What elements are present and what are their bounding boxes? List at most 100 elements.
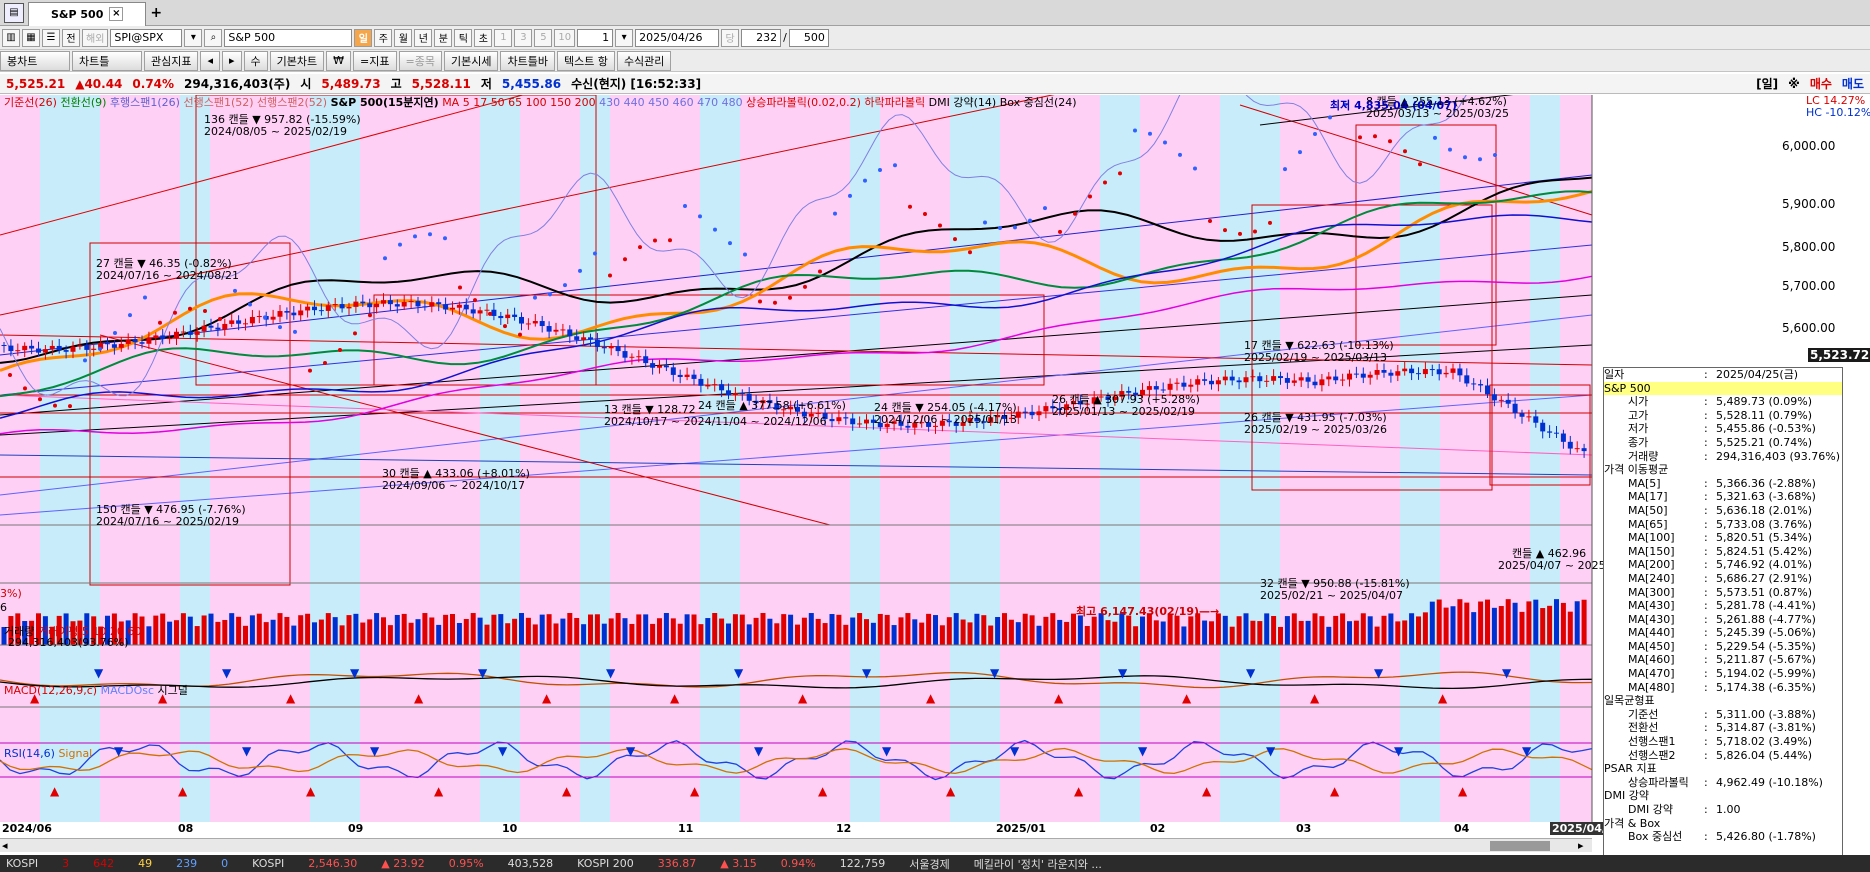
total-input[interactable]: 500 bbox=[788, 28, 829, 47]
step-1[interactable]: 1 bbox=[494, 28, 513, 47]
info-key: 전환선 bbox=[1628, 721, 1659, 735]
modify-button[interactable]: 수 bbox=[243, 50, 268, 71]
volume-bar bbox=[1305, 620, 1311, 645]
close-icon[interactable]: × bbox=[109, 7, 124, 21]
candle-body bbox=[29, 345, 35, 349]
basic-chart-button[interactable]: 기본차트 bbox=[269, 50, 325, 71]
period-tick[interactable]: 틱 bbox=[454, 28, 473, 47]
symbol-name-field[interactable]: S&P 500 bbox=[224, 28, 353, 47]
period-second[interactable]: 초 bbox=[474, 28, 493, 47]
date-select[interactable]: 2025/04/26 bbox=[635, 28, 720, 47]
day-indicator[interactable]: [일] bbox=[1756, 75, 1778, 92]
grid-icon[interactable]: ▦ bbox=[22, 28, 40, 47]
step-5[interactable]: 5 bbox=[534, 28, 553, 47]
symbol-button[interactable]: =종목 bbox=[398, 50, 442, 71]
period-minute[interactable]: 분 bbox=[434, 28, 453, 47]
formula-button[interactable]: 수식관리 bbox=[616, 50, 672, 71]
interval-input[interactable]: 1 bbox=[577, 28, 614, 47]
legend-spanB: 선행스팬2(52) bbox=[257, 96, 328, 109]
info-key: MA[50] bbox=[1628, 503, 1668, 517]
volume-bar bbox=[208, 613, 214, 645]
candle-body bbox=[256, 316, 262, 318]
symbol-code-input[interactable]: SPI@SPX bbox=[110, 28, 183, 47]
x-tick: 2024/06 bbox=[2, 822, 52, 835]
candle-body bbox=[70, 346, 76, 352]
chart-area[interactable]: ▲ ▲ ▼ ▼ ▲ ▲ ▼ ▼ ▲ ▲ ▼ ▼ ▲ ▲ ▼ ▼ ▲ ▲ ▼ ▼ ▲ ▲ ▼ ▼ ▲ ▲ ▼ ▼ ▲ ▲ ▼ ▼ ▲ ▲ ▼ ▼ ▲ ▲ ▼ ▼… bbox=[0, 94, 1870, 852]
candle-body bbox=[1236, 380, 1242, 383]
candle-body bbox=[546, 326, 552, 332]
ticker-item: 403,528 bbox=[507, 857, 554, 870]
news-source[interactable]: 서울경제 bbox=[909, 856, 949, 872]
basic-quote-button[interactable]: 기본시세 bbox=[443, 50, 499, 71]
won-button[interactable]: ₩ bbox=[326, 50, 352, 71]
legend-ma: MA 5 17 50 65 100 150 200 bbox=[442, 96, 596, 109]
news-headline[interactable]: 메킬라이 '정치' 라운지와 ... bbox=[974, 856, 1102, 872]
tab-sp500[interactable]: S&P 500 × bbox=[28, 1, 147, 26]
candle-chart-button[interactable]: 봉차트 bbox=[0, 50, 70, 71]
scroll-left-icon[interactable]: ◂ bbox=[2, 839, 8, 852]
indicator-button[interactable]: =지표 bbox=[353, 50, 397, 71]
chart-toolbar-button[interactable]: 차트틀바 bbox=[500, 50, 555, 71]
psar-dot bbox=[1193, 166, 1197, 171]
next-button[interactable]: ▸ bbox=[222, 50, 242, 71]
period-month[interactable]: 월 bbox=[394, 28, 413, 47]
volume-bar bbox=[870, 622, 876, 645]
volume-bar bbox=[236, 616, 242, 645]
step-3[interactable]: 3 bbox=[514, 28, 533, 47]
scroll-right-icon[interactable]: ▸ bbox=[1578, 839, 1584, 852]
interval-dropdown-icon[interactable]: ▾ bbox=[615, 28, 634, 47]
layout-icon[interactable]: ▥ bbox=[2, 28, 20, 47]
volume-bar bbox=[1395, 621, 1401, 645]
period-day[interactable]: 일 bbox=[354, 28, 373, 47]
count-input[interactable]: 232 bbox=[741, 28, 782, 47]
step-10[interactable]: 10 bbox=[554, 28, 576, 47]
list-icon[interactable]: ☰ bbox=[42, 28, 60, 47]
chart-toolbar: ▥ ▦ ☰ 전 해외 SPI@SPX ▾ ⌕ S&P 500 일 주 월 년 분… bbox=[0, 26, 1870, 50]
psar-dot bbox=[893, 163, 897, 168]
candle-body bbox=[905, 425, 911, 428]
sell-button[interactable]: 매도 bbox=[1842, 75, 1864, 92]
period-week[interactable]: 주 bbox=[374, 28, 393, 47]
volume-bar bbox=[1457, 599, 1463, 645]
annot-150-range: 2024/07/16 ~ 2025/02/19 bbox=[96, 515, 240, 528]
volume-bar bbox=[1409, 613, 1415, 645]
candle-body bbox=[312, 306, 317, 311]
buy-arrow-icon: ▲ bbox=[1458, 784, 1468, 798]
volume-bar bbox=[1422, 612, 1428, 645]
price-chart-canvas[interactable]: ▲ ▲ ▼ ▼ ▲ ▲ ▼ ▼ ▲ ▲ ▼ ▼ ▲ ▲ ▼ ▼ ▲ ▲ ▼ ▼ ▲ ▲ ▼ ▼ ▲ ▲ ▼ ▼ ▲ ▲ ▼ ▼ ▲ ▲ ▼ ▼ ▲ ▲ ▼ ▼… bbox=[0, 95, 1870, 852]
psar-dot bbox=[923, 212, 927, 217]
app-menu-icon[interactable]: ▤ bbox=[4, 2, 24, 23]
info-key: 종가 bbox=[1628, 435, 1649, 449]
text-button[interactable]: 텍스트 항 bbox=[556, 50, 615, 71]
psar-dot bbox=[608, 273, 612, 278]
horizontal-scrollbar[interactable]: ◂ ▸ bbox=[0, 838, 1592, 852]
dropdown-icon[interactable]: ▾ bbox=[184, 28, 203, 47]
interest-indicator-button[interactable]: 관심지표 bbox=[144, 50, 199, 71]
info-row: DMI 강약:1.00 bbox=[1604, 803, 1842, 817]
add-tab-button[interactable]: + bbox=[150, 5, 162, 21]
psar-dot bbox=[68, 404, 72, 409]
psar-dot bbox=[1058, 229, 1062, 234]
volume-bar bbox=[726, 623, 731, 645]
overseas-button[interactable]: 해외 bbox=[82, 28, 109, 47]
info-value: 5,229.54 (-5.35%) bbox=[1716, 639, 1816, 653]
psar-dot bbox=[8, 373, 12, 377]
candle-body bbox=[1464, 375, 1470, 384]
psar-dot bbox=[1493, 153, 1497, 158]
volume-bar bbox=[650, 623, 656, 645]
psar-dot bbox=[98, 346, 102, 351]
chart-frame-button[interactable]: 차트틀 bbox=[72, 50, 142, 71]
period-year[interactable]: 년 bbox=[414, 28, 433, 47]
candle-body bbox=[560, 329, 566, 331]
prev-button[interactable]: ◂ bbox=[200, 50, 221, 71]
info-key: 시가 bbox=[1628, 395, 1649, 409]
scroll-thumb[interactable] bbox=[1490, 841, 1550, 851]
search-icon[interactable]: ⌕ bbox=[204, 28, 223, 47]
buy-button[interactable]: 매수 bbox=[1810, 75, 1832, 92]
settings-icon[interactable]: ※ bbox=[1788, 77, 1800, 91]
volume-bar bbox=[753, 617, 759, 645]
psar-dot bbox=[728, 241, 732, 246]
volume-bar bbox=[567, 613, 573, 645]
volume-bar bbox=[1360, 613, 1366, 645]
all-icon[interactable]: 전 bbox=[62, 28, 80, 47]
